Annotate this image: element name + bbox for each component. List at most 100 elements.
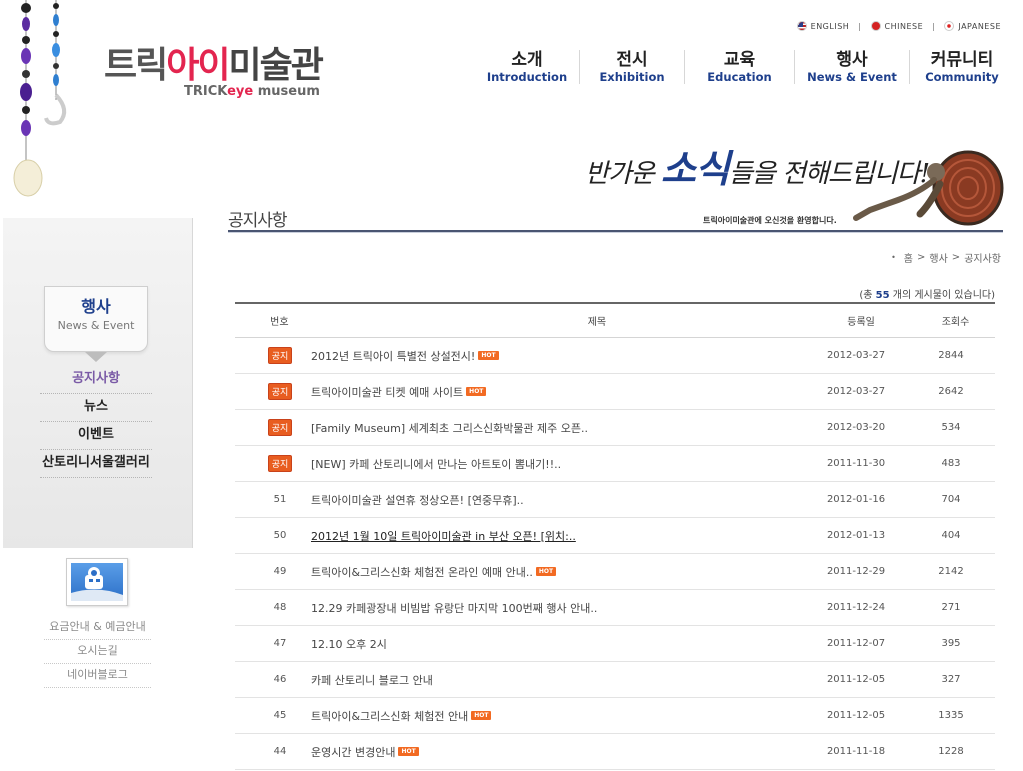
nav-label-kr: 교육 — [723, 50, 756, 70]
post-title-link[interactable]: 트릭아이&그리스신화 체험전 온라인 예매 안내.. — [311, 564, 533, 580]
sidebar-item-santorini-gallery[interactable]: 산토리니서울갤러리 — [40, 450, 152, 478]
count-suffix: 개의 게시물이 있습니다) — [889, 290, 995, 301]
post-title-link[interactable]: 2012년 트릭아이 특별전 상설전시! — [311, 348, 475, 364]
link-directions[interactable]: 오시는길 — [44, 640, 151, 664]
lang-divider: | — [932, 21, 936, 31]
sidebar-item-news[interactable]: 뉴스 — [40, 394, 152, 422]
nav-community[interactable]: 커뮤니티 Community — [910, 50, 1014, 90]
lang-english[interactable]: ENGLISH — [796, 21, 850, 31]
nav-label-kr: 행사 — [836, 50, 868, 70]
row-views: 704 — [941, 494, 961, 505]
lang-label: JAPANESE — [958, 21, 1001, 31]
post-title-link[interactable]: 트릭아이미술관 티켓 예매 사이트 — [311, 384, 463, 400]
nav-label-en: News & Event — [807, 70, 897, 84]
logo-korean: 트릭아이미술관 — [104, 46, 354, 86]
hot-badge: HOT — [398, 747, 419, 756]
sidebar-item-notice[interactable]: 공지사항 — [40, 366, 152, 394]
chevron-right-icon: > — [917, 252, 926, 263]
row-views: 404 — [941, 530, 961, 541]
table-row: 45 트릭아이&그리스신화 체험전 안내 HOT 2011-12-05 1335 — [235, 698, 995, 734]
row-title-cell: 12.10 오후 2시 — [311, 636, 865, 652]
row-views: 2642 — [938, 386, 964, 397]
nav-news-event[interactable]: 행사 News & Event — [795, 50, 909, 90]
nav-education[interactable]: 교육 Education — [685, 50, 794, 90]
breadcrumb-home[interactable]: 홈 — [904, 250, 913, 265]
table-header: 번호 제목 등록일 조회수 — [235, 302, 995, 338]
row-views: 395 — [941, 638, 961, 649]
hot-badge: HOT — [466, 387, 487, 396]
sidebar-section-header: 행사 News & Event — [44, 286, 148, 352]
count-number: 55 — [875, 290, 890, 301]
nav-label-en: Community — [925, 70, 999, 84]
nav-introduction[interactable]: 소개 Introduction — [475, 50, 579, 90]
decorative-beads — [13, 0, 67, 197]
breadcrumb: • 홈 > 행사 > 공지사항 — [891, 250, 1001, 265]
post-title-link[interactable]: 트릭아이미술관 설연휴 정상오픈! [연중무휴].. — [311, 492, 524, 508]
row-views: 2142 — [938, 566, 964, 577]
gallery-thumbnail[interactable] — [66, 558, 128, 606]
post-title-link[interactable]: 트릭아이&그리스신화 체험전 안내 — [311, 708, 468, 724]
logo-english: TRICKeye museum — [184, 84, 320, 99]
header-views: 조회수 — [941, 317, 970, 328]
post-title-link[interactable]: 운영시간 변경안내 — [311, 744, 395, 760]
lang-label: CHINESE — [884, 21, 924, 31]
post-title-link[interactable]: [NEW] 카페 산토리니에서 만나는 아트토이 뽐내기!!.. — [311, 456, 561, 472]
logo-en-part: eye — [227, 84, 254, 99]
table-row: 공지 [Family Museum] 세계최초 그리스신화박물관 제주 오픈.. 2… — [235, 410, 995, 446]
row-title-cell: 카페 산토리니 블로그 안내 — [311, 672, 865, 688]
post-title-link[interactable]: 2012년 1월 10일 트릭아이미술관 in 부산 오픈! [위치:.. — [311, 528, 576, 544]
link-fees[interactable]: 요금안내 & 예금안내 — [44, 616, 151, 640]
row-date: 2011-12-29 — [826, 566, 886, 577]
main-nav: 소개 Introduction 전시 Exhibition 교육 Educati… — [475, 50, 1015, 90]
banner-text-part: 반가운 — [585, 159, 662, 189]
row-views: 1335 — [938, 710, 964, 721]
row-title-cell: 트릭아이미술관 티켓 예매 사이트 HOT — [311, 384, 865, 400]
row-date: 2012-03-20 — [826, 422, 886, 433]
row-title-cell: 2012년 1월 10일 트릭아이미술관 in 부산 오픈! [위치:.. — [311, 528, 865, 544]
table-row: 공지 [NEW] 카페 산토리니에서 만나는 아트토이 뽐내기!!.. 2011-1… — [235, 446, 995, 482]
count-prefix: (총 — [859, 290, 876, 301]
row-date: 2011-12-05 — [826, 674, 886, 685]
table-row: 48 12.29 카페광장내 비빔밥 유랑단 마지막 100번째 행사 안내.. 2… — [235, 590, 995, 626]
table-row: 공지 트릭아이미술관 티켓 예매 사이트 HOT 2012-03-27 2642 — [235, 374, 995, 410]
row-date: 2011-12-24 — [826, 602, 886, 613]
language-selector: ENGLISH | CHINESE | JAPANESE — [796, 21, 1001, 31]
table-row: 46 카페 산토리니 블로그 안내 2011-12-05 327 — [235, 662, 995, 698]
header-date: 등록일 — [847, 317, 875, 328]
notice-badge: 공지 — [267, 455, 293, 472]
row-date: 2012-03-27 — [826, 350, 886, 361]
logo-kr-part: 아이 — [166, 45, 230, 86]
nav-label-en: Introduction — [486, 70, 568, 84]
row-title-cell: [NEW] 카페 산토리니에서 만나는 아트토이 뽐내기!!.. — [311, 456, 865, 472]
man-with-manhole-illustration — [853, 150, 1004, 226]
nav-label-en: Education — [707, 70, 772, 84]
breadcrumb-section[interactable]: 행사 — [929, 250, 947, 265]
breadcrumb-current: 공지사항 — [964, 254, 1001, 265]
table-row: 44 운영시간 변경안내 HOT 2011-11-18 1228 — [235, 734, 995, 770]
logo-kr-part: 트릭 — [104, 45, 168, 86]
row-views: 2844 — [938, 350, 964, 361]
lang-japanese[interactable]: JAPANESE — [944, 21, 1001, 31]
post-title-link[interactable]: 12.29 카페광장내 비빔밥 유랑단 마지막 100번째 행사 안내.. — [311, 600, 597, 616]
building-icon — [71, 563, 123, 601]
link-naver-blog[interactable]: 네이버블로그 — [44, 664, 151, 688]
post-title-link[interactable]: 12.10 오후 2시 — [311, 636, 387, 652]
lang-chinese[interactable]: CHINESE — [870, 21, 924, 31]
nav-label-en: Exhibition — [599, 70, 665, 84]
table-row: 49 트릭아이&그리스신화 체험전 온라인 예매 안내.. HOT 2011-12-2… — [235, 554, 995, 590]
notice-badge: 공지 — [267, 347, 293, 364]
site-logo[interactable]: 트릭아이미술관 TRICKeye museum — [104, 46, 354, 106]
sidebar-item-event[interactable]: 이벤트 — [40, 422, 152, 450]
japan-flag-icon — [944, 21, 955, 31]
row-date: 2012-01-13 — [826, 530, 886, 541]
sidebar-section-kr: 행사 — [81, 297, 111, 316]
row-title-cell: 2012년 트릭아이 특별전 상설전시! HOT — [311, 348, 865, 364]
us-flag-icon — [796, 21, 807, 31]
post-title-link[interactable]: [Family Museum] 세계최초 그리스신화박물관 제주 오픈.. — [311, 420, 588, 436]
nav-exhibition[interactable]: 전시 Exhibition — [580, 50, 684, 90]
lang-divider: | — [858, 21, 862, 31]
header-title: 제목 — [587, 317, 607, 328]
row-date: 2011-11-18 — [826, 746, 886, 757]
post-title-link[interactable]: 카페 산토리니 블로그 안내 — [311, 672, 433, 688]
row-title-cell: 12.29 카페광장내 비빔밥 유랑단 마지막 100번째 행사 안내.. — [311, 600, 865, 616]
